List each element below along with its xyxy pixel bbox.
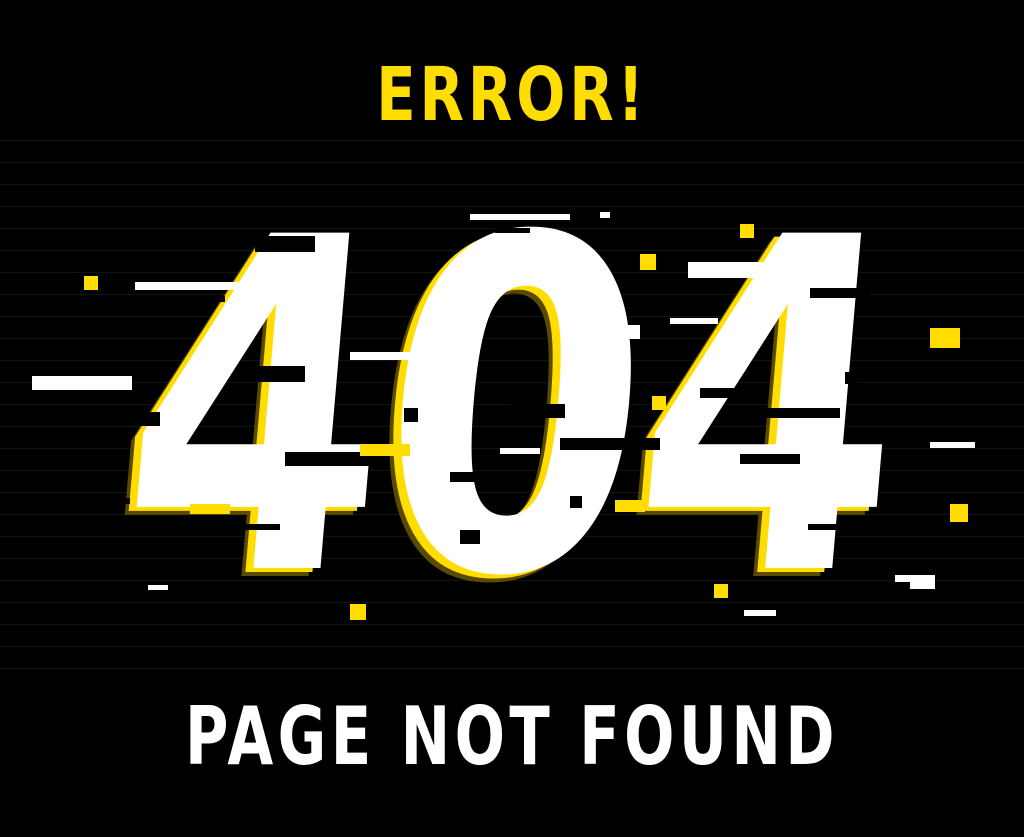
glitch-slice bbox=[190, 296, 225, 302]
glitch-slice bbox=[190, 504, 230, 514]
glitch-slice bbox=[714, 584, 728, 598]
glitch-slice bbox=[32, 376, 132, 390]
glitch-slice bbox=[360, 444, 410, 456]
glitch-slice bbox=[590, 325, 640, 339]
glitch-slice bbox=[570, 496, 582, 508]
glitch-slice bbox=[500, 448, 540, 454]
glitch-slice bbox=[652, 396, 666, 410]
glitch-slice bbox=[840, 582, 910, 596]
glitch-slice bbox=[700, 388, 755, 398]
glitch-slice bbox=[350, 604, 366, 620]
glitch-slice bbox=[120, 498, 130, 504]
glitch-slice bbox=[740, 224, 754, 238]
glitch-slice bbox=[810, 288, 870, 298]
glitch-slice bbox=[255, 236, 315, 252]
glitch-slice bbox=[470, 608, 488, 613]
glitch-slice bbox=[255, 366, 305, 382]
glitch-slice bbox=[744, 610, 776, 616]
glitch-slice bbox=[510, 404, 565, 418]
glitch-slice bbox=[560, 438, 660, 450]
glitch-slice bbox=[670, 318, 718, 324]
glitch-slice bbox=[605, 560, 645, 572]
glitch-slice bbox=[930, 328, 960, 348]
scanline bbox=[0, 140, 1024, 141]
glitch-slice bbox=[460, 530, 480, 544]
glitch-slice bbox=[615, 500, 645, 512]
glitch-slice bbox=[950, 504, 968, 522]
glitch-slice bbox=[230, 524, 280, 530]
glitch-slice bbox=[404, 408, 418, 422]
glitch-slice bbox=[740, 454, 800, 464]
glitch-slice bbox=[845, 372, 857, 384]
error-heading: ERROR! bbox=[376, 52, 648, 138]
glitch-slice bbox=[640, 254, 656, 270]
glitch-slice bbox=[495, 228, 530, 233]
glitch-slice bbox=[688, 262, 808, 278]
error-code-graphic: 404 404 404 bbox=[0, 142, 1024, 685]
glitch-slice bbox=[765, 408, 840, 418]
glitch-slice bbox=[100, 412, 160, 426]
page-not-found-message: PAGE NOT FOUND bbox=[185, 690, 839, 783]
glitch-slice bbox=[470, 214, 570, 220]
glitch-slice bbox=[135, 282, 245, 290]
glitch-slice bbox=[930, 442, 975, 448]
glitch-slice bbox=[350, 352, 440, 360]
glitch-slice bbox=[600, 212, 610, 218]
glitch-slice bbox=[450, 472, 480, 482]
glitch-slice bbox=[808, 524, 843, 530]
glitch-slice bbox=[148, 585, 168, 590]
glitch-slice bbox=[84, 276, 98, 290]
